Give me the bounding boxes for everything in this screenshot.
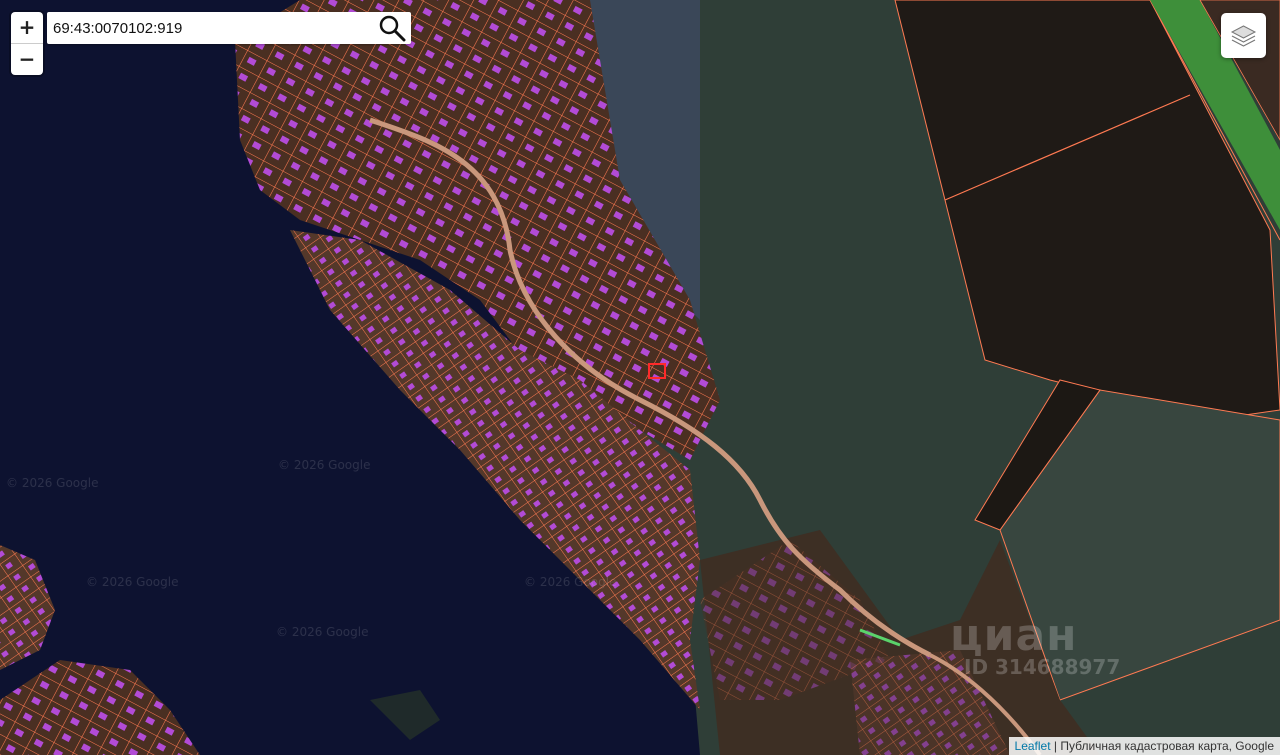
cian-watermark: циан ID 314688977 [950,610,1120,679]
google-watermark: © 2026 Google [86,575,179,589]
attribution-text: Публичная кадастровая карта, Google [1060,739,1274,753]
google-watermark: © 2026 Google [524,575,617,589]
attribution-separator: | [1050,739,1061,753]
google-watermark: © 2026 Google [6,476,99,490]
map-attribution: Leaflet | Публичная кадастровая карта, G… [1008,737,1280,755]
google-watermark: © 2026 Google [278,458,371,472]
layers-icon [1230,25,1257,47]
cian-logo: циан [950,610,1078,661]
cian-id: ID 314688977 [964,655,1121,679]
leaflet-link[interactable]: Leaflet [1015,739,1051,753]
map-view[interactable]: © 2026 Google © 2026 Google © 2026 Googl… [0,0,1280,755]
layers-button[interactable] [1221,13,1266,58]
zoom-control: + − [11,12,43,75]
search-icon [379,15,406,42]
search-box [47,12,411,44]
google-watermark: © 2026 Google [276,625,369,639]
zoom-in-button[interactable]: + [11,12,43,44]
cadastral-search-input[interactable] [47,12,363,44]
search-button[interactable] [377,13,407,43]
zoom-out-button[interactable]: − [11,44,43,75]
